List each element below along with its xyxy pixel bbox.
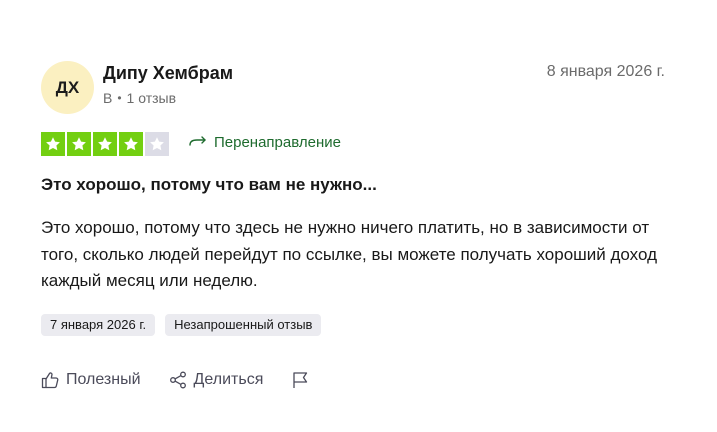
star-icon [46,137,60,151]
helpful-label: Полезный [66,371,141,388]
thumbs-up-icon [41,372,59,389]
star-5-empty [145,132,169,156]
meta-separator: • [117,91,122,105]
star-icon [72,137,86,151]
star-icon [124,137,138,151]
star-1-filled [41,132,65,156]
author-review-count: 1 отзыв [126,90,177,106]
arrow-redirect-icon [189,135,206,146]
star-icon [98,137,112,151]
review-actions: Полезный Делиться [41,371,309,389]
redirect-link[interactable]: Перенаправление [189,134,341,151]
tag-experience-date: 7 января 2026 г. [41,314,156,336]
avatar[interactable]: ДХ [41,61,94,114]
star-4-filled [119,132,143,156]
share-label: Делиться [193,371,264,388]
author-country: В [103,90,113,106]
review-title[interactable]: Это хорошо, потому что вам не нужно... [41,175,377,195]
share-icon [169,371,186,389]
flag-icon [293,372,308,388]
review-tags: 7 января 2026 г. Незапрошенный отзыв [41,314,322,336]
helpful-button[interactable]: Полезный [41,371,141,389]
report-button[interactable] [291,371,309,389]
redirect-label: Перенаправление [214,134,341,151]
star-3-filled [93,132,117,156]
author-meta: В • 1 отзыв [103,90,176,106]
review-body: Это хорошо, потому что здесь не нужно ни… [41,218,657,290]
star-icon [150,137,164,151]
share-button[interactable]: Делиться [169,371,264,389]
review-card: ДХ Дипу Хембрам В • 1 отзыв 8 января 202… [0,0,717,432]
review-date: 8 января 2026 г. [546,63,665,80]
tag-unprompted-review[interactable]: Незапрошенный отзыв [165,314,322,336]
star-rating [41,132,169,156]
star-2-filled [67,132,91,156]
author-name[interactable]: Дипу Хембрам [103,63,233,84]
